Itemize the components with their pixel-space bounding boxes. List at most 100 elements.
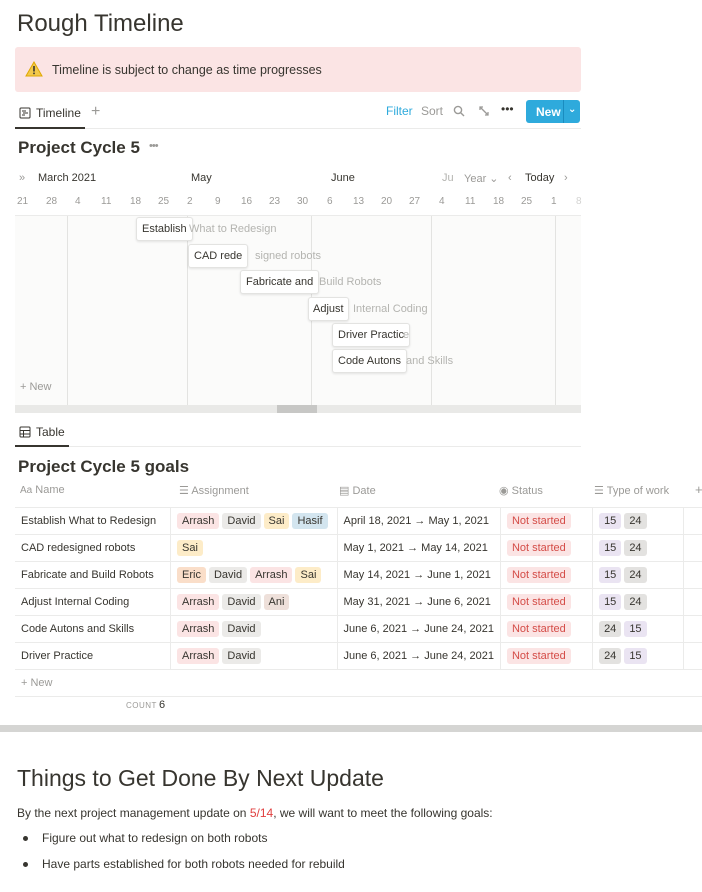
row-date[interactable]: May 1, 2021 → May 14, 2021 <box>337 534 501 562</box>
timeline-bar[interactable]: Code Autons <box>332 349 407 373</box>
row-name[interactable]: Establish What to Redesign <box>15 507 171 535</box>
row-assignment[interactable]: Arrash David <box>170 642 338 670</box>
row-status[interactable]: Not started <box>500 588 594 616</box>
expand-icon[interactable] <box>478 105 490 117</box>
bullet-item: Have parts established for both robots n… <box>23 857 345 871</box>
timeline-bar[interactable]: Fabricate and <box>240 270 320 294</box>
table-row[interactable]: Driver Practice Arrash David June 6, 2021… <box>15 642 702 670</box>
timeline-bar-overflow: Build Robots <box>319 276 382 288</box>
new-button-divider <box>563 100 564 123</box>
column-header-assignment[interactable]: ☰ Assignment <box>179 484 249 506</box>
tab-table-label: Table <box>36 425 65 439</box>
table-row[interactable]: Code Autons and Skills Arrash David June … <box>15 615 702 643</box>
row-type[interactable]: 15 24 <box>592 507 685 535</box>
section-divider <box>0 725 702 732</box>
row-date[interactable]: June 6, 2021 → June 24, 2021 <box>337 615 501 643</box>
sort-button[interactable]: Sort <box>421 104 443 118</box>
row-name[interactable]: Code Autons and Skills <box>15 615 171 643</box>
row-assignment[interactable]: Arrash David Sai Hasif <box>170 507 338 535</box>
row-date[interactable]: June 6, 2021 → June 24, 2021 <box>337 642 501 670</box>
row-status[interactable]: Not started <box>500 615 594 643</box>
timeline-bar[interactable]: Adjust <box>308 297 349 321</box>
table-heading: Project Cycle 5 goals <box>18 457 190 476</box>
type-tag: 15 <box>599 594 622 610</box>
row-status[interactable]: Not started <box>500 642 594 670</box>
section-paragraph: By the next project management update on… <box>17 806 493 820</box>
row-type[interactable]: 15 24 <box>592 588 685 616</box>
row-empty-cell <box>683 588 702 616</box>
row-name[interactable]: Driver Practice <box>15 642 171 670</box>
table-add-row[interactable]: + New <box>15 669 702 697</box>
type-tag: 15 <box>599 567 622 583</box>
table-add-new-label: New <box>30 677 53 689</box>
row-date[interactable]: May 14, 2021 → June 1, 2021 <box>337 561 501 589</box>
row-date[interactable]: April 18, 2021 → May 1, 2021 <box>337 507 501 535</box>
assignee-tag: Arrash <box>250 567 293 583</box>
scrollbar-thumb[interactable] <box>277 405 317 413</box>
table-row[interactable]: Adjust Internal Coding Arrash David Ani Ma… <box>15 588 702 616</box>
column-header-status[interactable]: ◉ Status <box>499 484 543 506</box>
row-status[interactable]: Not started <box>500 561 594 589</box>
bullet-dot <box>23 862 28 868</box>
timeline-more-icon[interactable]: ••• <box>149 140 159 152</box>
column-header-name[interactable]: Aa Name <box>20 484 65 506</box>
table-add-new[interactable]: + New <box>15 669 702 697</box>
timeline-add-new[interactable]: + New <box>20 381 52 393</box>
timeline-view-bar: Timeline + Filter Sort ••• New ⌄ <box>15 98 581 129</box>
chevron-down-icon[interactable]: ⌄ <box>568 104 576 115</box>
more-options-icon[interactable]: ••• <box>501 102 514 116</box>
table-row[interactable]: Establish What to Redesign Arrash David Sa… <box>15 507 702 535</box>
table-row[interactable]: CAD redesigned robots Sai May 1, 2021 → … <box>15 534 702 562</box>
search-icon[interactable] <box>453 105 465 117</box>
count-label: COUNT <box>126 701 157 710</box>
table-row[interactable]: Fabricate and Build Robots Eric David Arra… <box>15 561 702 589</box>
day-label: 30 <box>297 196 309 207</box>
column-header-date[interactable]: ▤ Date <box>339 484 376 506</box>
day-label: 2 <box>187 196 193 207</box>
timeline-add-new-label: New <box>29 381 52 393</box>
today-button[interactable]: Today <box>525 172 554 184</box>
assignee-tag: Hasif <box>292 513 328 529</box>
row-type[interactable]: 15 24 <box>592 561 685 589</box>
row-name[interactable]: Adjust Internal Coding <box>15 588 171 616</box>
timeline-bar[interactable]: CAD rede <box>188 244 249 268</box>
month-label: May <box>191 172 212 184</box>
type-tag: 24 <box>624 540 647 556</box>
collapse-icon[interactable]: » <box>19 172 25 184</box>
column-header-type[interactable]: ☰ Type of work <box>594 484 669 506</box>
new-button[interactable]: New ⌄ <box>526 100 580 123</box>
row-assignment[interactable]: Sai <box>170 534 338 562</box>
tab-timeline[interactable]: Timeline <box>15 98 85 129</box>
row-assignment[interactable]: Eric David Arrash Sai <box>170 561 338 589</box>
type-tag: 24 <box>624 594 647 610</box>
row-empty-cell <box>683 642 702 670</box>
row-type[interactable]: 15 24 <box>592 534 685 562</box>
column-status-label: Status <box>511 485 543 497</box>
type-tag: 24 <box>624 513 647 529</box>
count-value: 6 <box>159 699 166 711</box>
row-type[interactable]: 24 15 <box>592 615 685 643</box>
row-status[interactable]: Not started <box>500 534 594 562</box>
tab-table[interactable]: Table <box>15 419 69 447</box>
row-date[interactable]: May 31, 2021 → June 6, 2021 <box>337 588 501 616</box>
timeline-grid: Establish What to Redesign CAD rede sign… <box>15 215 581 406</box>
filter-button[interactable]: Filter <box>386 104 413 118</box>
day-label: 20 <box>381 196 393 207</box>
row-name[interactable]: CAD redesigned robots <box>15 534 171 562</box>
add-column-icon[interactable]: + <box>695 482 702 504</box>
scale-select[interactable]: Year ⌄ <box>464 172 499 185</box>
row-assignment[interactable]: Arrash David Ani <box>170 588 338 616</box>
status-badge: Not started <box>506 594 571 610</box>
row-type[interactable]: 24 15 <box>592 642 685 670</box>
timeline-bar[interactable]: Driver Practic <box>332 323 411 347</box>
prev-arrow-icon[interactable]: ‹ <box>508 172 512 184</box>
row-status[interactable]: Not started <box>500 507 594 535</box>
add-view-button[interactable]: + <box>91 103 100 121</box>
timeline-bar[interactable]: Establish <box>136 217 193 241</box>
next-arrow-icon[interactable]: › <box>564 172 568 184</box>
row-assignment[interactable]: Arrash David <box>170 615 338 643</box>
day-label: 9 <box>215 196 221 207</box>
status-badge: Not started <box>506 621 571 637</box>
timeline-scrollbar[interactable] <box>15 405 581 413</box>
row-name[interactable]: Fabricate and Build Robots <box>15 561 171 589</box>
